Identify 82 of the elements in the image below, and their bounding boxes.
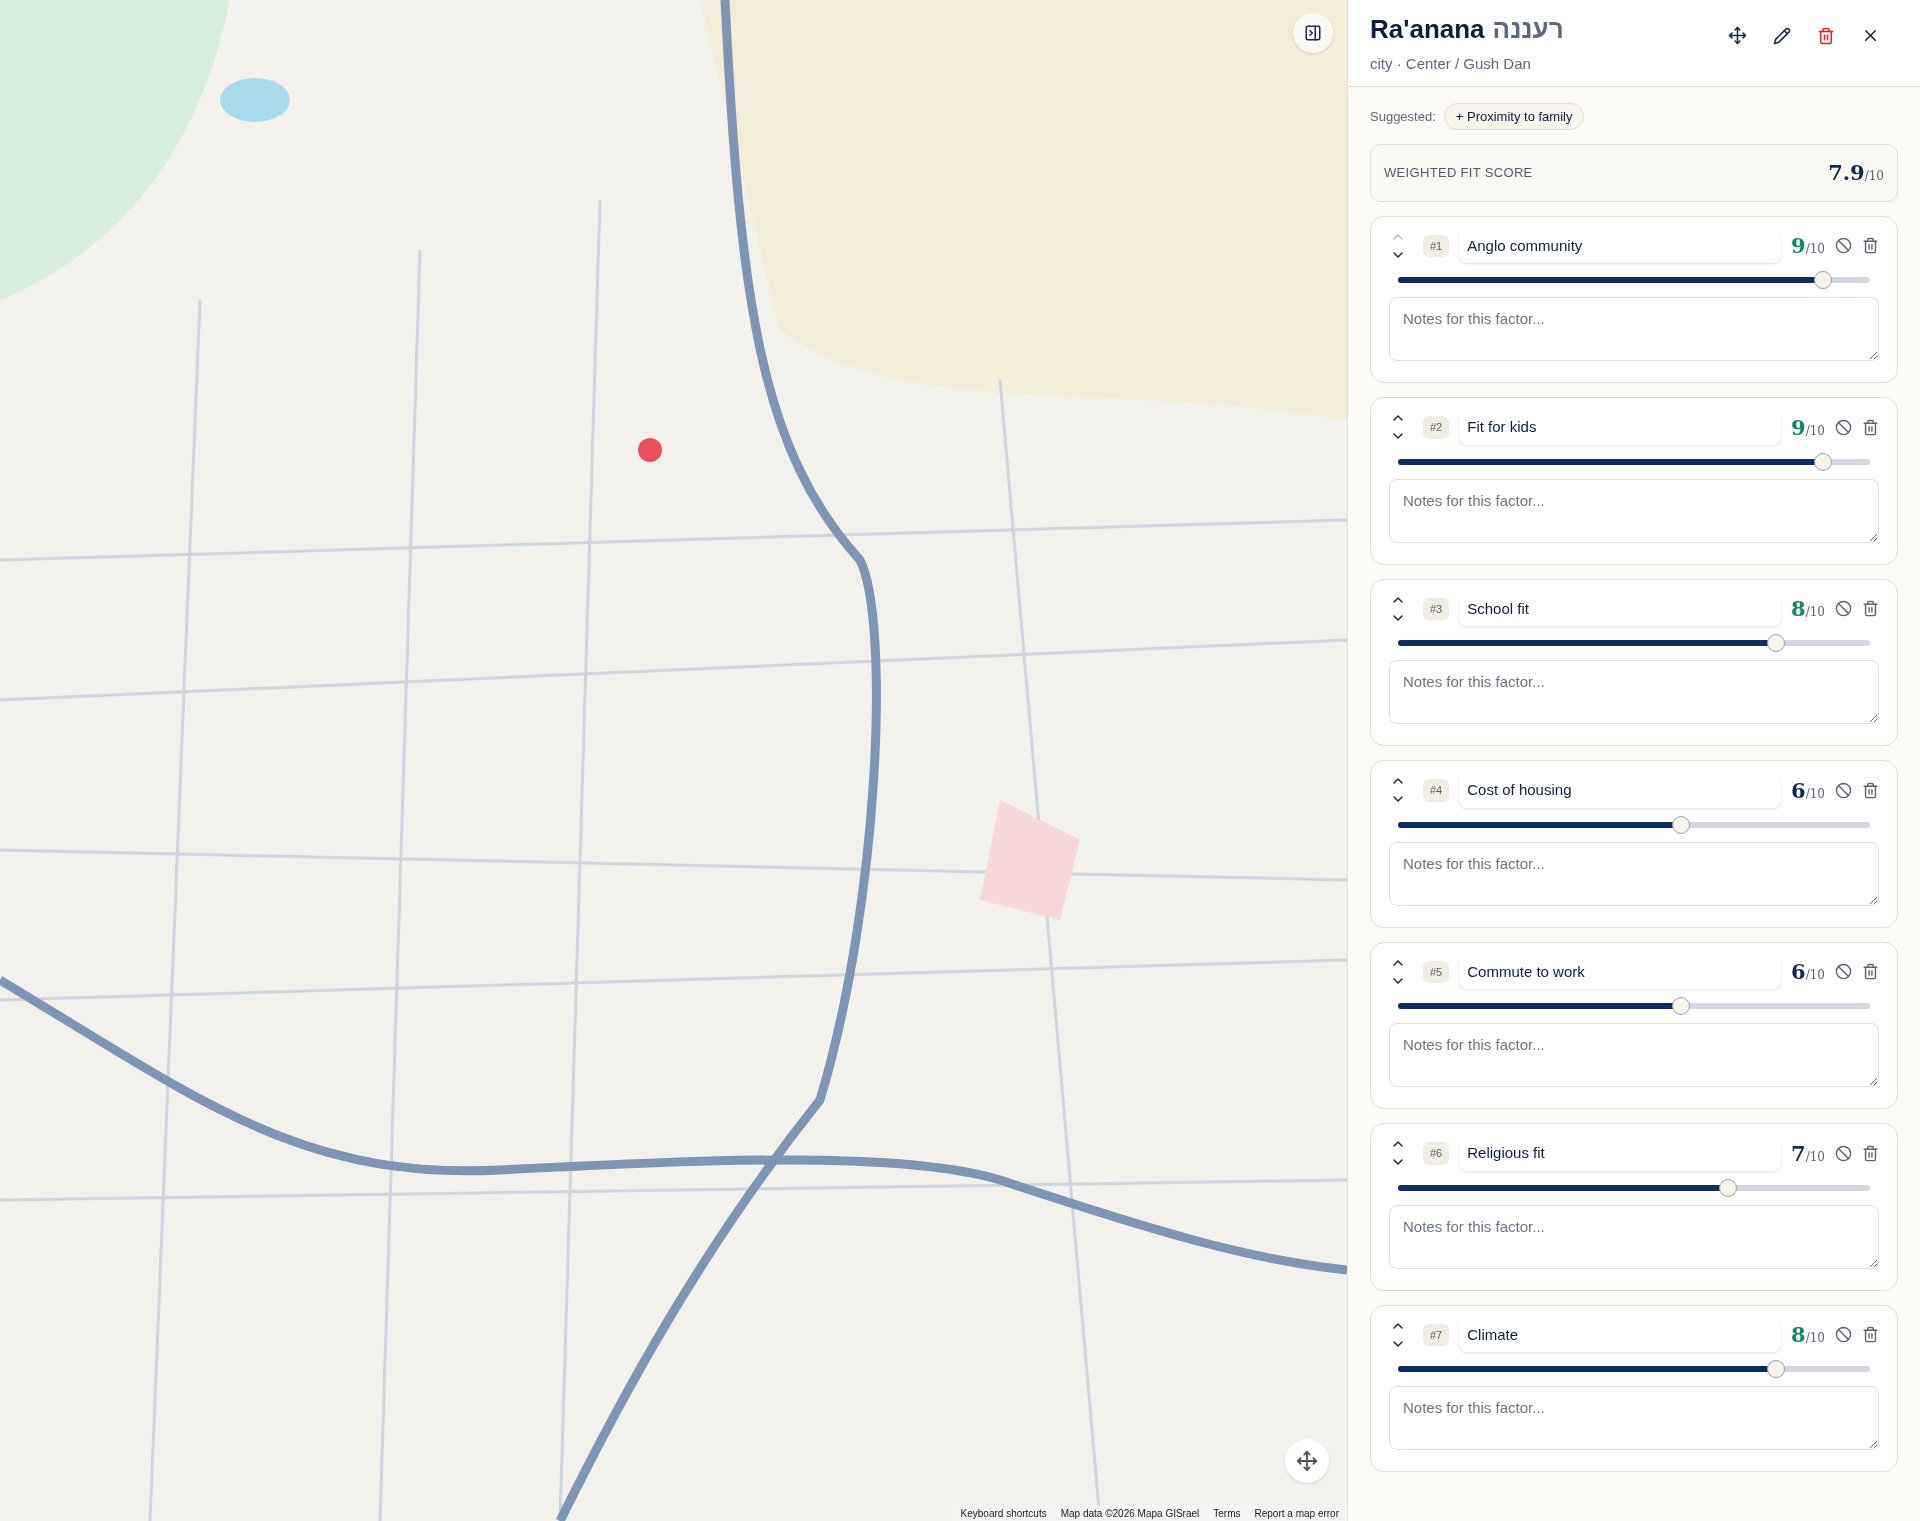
slider-thumb[interactable]	[1672, 997, 1691, 1015]
notes-field[interactable]: Notes for this factor...	[1389, 297, 1879, 361]
slider-thumb[interactable]	[1719, 1178, 1738, 1197]
exclude-button[interactable]	[1835, 1144, 1852, 1162]
rank-badge: #2	[1423, 416, 1450, 439]
trash-icon	[1862, 1144, 1879, 1162]
rank-badge: #1	[1423, 234, 1450, 257]
factor-score: 6/10	[1791, 958, 1825, 986]
hebrew-title: רעננה	[1492, 13, 1564, 46]
map-attribution-link[interactable]: Map data ©2026 Mapa GISrael	[1060, 1505, 1200, 1521]
factor-name-field[interactable]: School fit	[1459, 591, 1782, 626]
slider-thumb[interactable]	[1766, 634, 1785, 652]
ban-icon	[1835, 1144, 1852, 1162]
factor-score: 6/10	[1791, 776, 1825, 805]
factor-name-field[interactable]: Religious fit	[1459, 1136, 1782, 1171]
panel-collapse-icon	[1304, 24, 1322, 42]
trash-icon	[1862, 781, 1879, 799]
trash-icon	[1817, 26, 1835, 45]
trash-icon	[1862, 418, 1879, 436]
ban-icon	[1835, 418, 1852, 436]
notes-field[interactable]: Notes for this factor...	[1389, 1023, 1879, 1087]
exclude-button[interactable]	[1835, 600, 1852, 618]
factor-name-field[interactable]: Commute to work	[1459, 954, 1782, 989]
notes-field[interactable]: Notes for this factor...	[1389, 660, 1879, 724]
slider-thumb[interactable]	[1766, 1360, 1785, 1378]
slider-thumb[interactable]	[1813, 452, 1832, 471]
score-label: WEIGHTED FIT SCORE	[1384, 164, 1533, 182]
map-attribution-link[interactable]: Terms	[1213, 1505, 1241, 1521]
rank-badge: #7	[1423, 1323, 1450, 1346]
factor-name-field[interactable]: Cost of housing	[1459, 773, 1782, 808]
rank-badge: #6	[1423, 1142, 1450, 1165]
exclude-button[interactable]	[1835, 418, 1852, 436]
edit-icon	[1773, 26, 1791, 45]
suggested-label: Suggested:	[1370, 107, 1436, 126]
exclude-button[interactable]	[1835, 963, 1852, 981]
exclude-button[interactable]	[1835, 781, 1852, 799]
delete-button[interactable]	[1817, 26, 1835, 45]
delete-factor-button[interactable]	[1862, 781, 1879, 799]
ban-icon	[1835, 781, 1852, 799]
factor-score: 8/10	[1791, 595, 1825, 623]
factor-name-field[interactable]: Fit for kids	[1459, 410, 1782, 445]
rank-badge: #4	[1423, 779, 1450, 802]
move-button[interactable]	[1728, 26, 1747, 45]
ban-icon	[1835, 237, 1852, 255]
map-attribution-link[interactable]: Keyboard shortcuts	[960, 1505, 1047, 1521]
exclude-button[interactable]	[1835, 237, 1852, 255]
pan-arrows-icon	[1296, 1450, 1318, 1472]
weighted-score: 7.9/10	[1828, 159, 1884, 187]
factor-score: 9/10	[1791, 413, 1825, 442]
rank-badge: #3	[1423, 597, 1450, 620]
notes-field[interactable]: Notes for this factor...	[1389, 478, 1879, 543]
exclude-button[interactable]	[1835, 1326, 1852, 1344]
factor-name-field[interactable]: Anglo community	[1459, 228, 1782, 263]
move-icon	[1728, 26, 1747, 45]
notes-field[interactable]: Notes for this factor...	[1389, 1386, 1879, 1450]
factor-score: 9/10	[1791, 232, 1825, 260]
factor-name-field[interactable]: Climate	[1459, 1317, 1782, 1352]
factor-score: 7/10	[1791, 1139, 1825, 1168]
map-attribution-link[interactable]: Report a map error	[1254, 1505, 1339, 1521]
ban-icon	[1835, 963, 1852, 981]
trash-icon	[1862, 600, 1879, 618]
delete-factor-button[interactable]	[1862, 600, 1879, 618]
notes-field[interactable]: Notes for this factor...	[1389, 1204, 1879, 1269]
place-subtitle: city · Center / Gush Dan	[1370, 54, 1532, 74]
trash-icon	[1862, 1326, 1879, 1344]
notes-field[interactable]: Notes for this factor...	[1389, 841, 1879, 906]
delete-factor-button[interactable]	[1862, 1326, 1879, 1344]
suggestion-chip[interactable]: + Proximity to family	[1443, 102, 1585, 130]
ban-icon	[1835, 1326, 1852, 1344]
delete-factor-button[interactable]	[1862, 418, 1879, 436]
rank-badge: #5	[1423, 960, 1450, 983]
trash-icon	[1862, 237, 1879, 255]
trash-icon	[1862, 963, 1879, 981]
delete-factor-button[interactable]	[1862, 1144, 1879, 1162]
slider-thumb[interactable]	[1813, 271, 1832, 289]
slider-thumb[interactable]	[1672, 815, 1691, 834]
ban-icon	[1835, 600, 1852, 618]
edit-button[interactable]	[1773, 26, 1791, 45]
delete-factor-button[interactable]	[1862, 237, 1879, 255]
place-title: Ra'anana	[1370, 13, 1485, 46]
delete-factor-button[interactable]	[1862, 963, 1879, 981]
factor-score: 8/10	[1791, 1321, 1825, 1349]
